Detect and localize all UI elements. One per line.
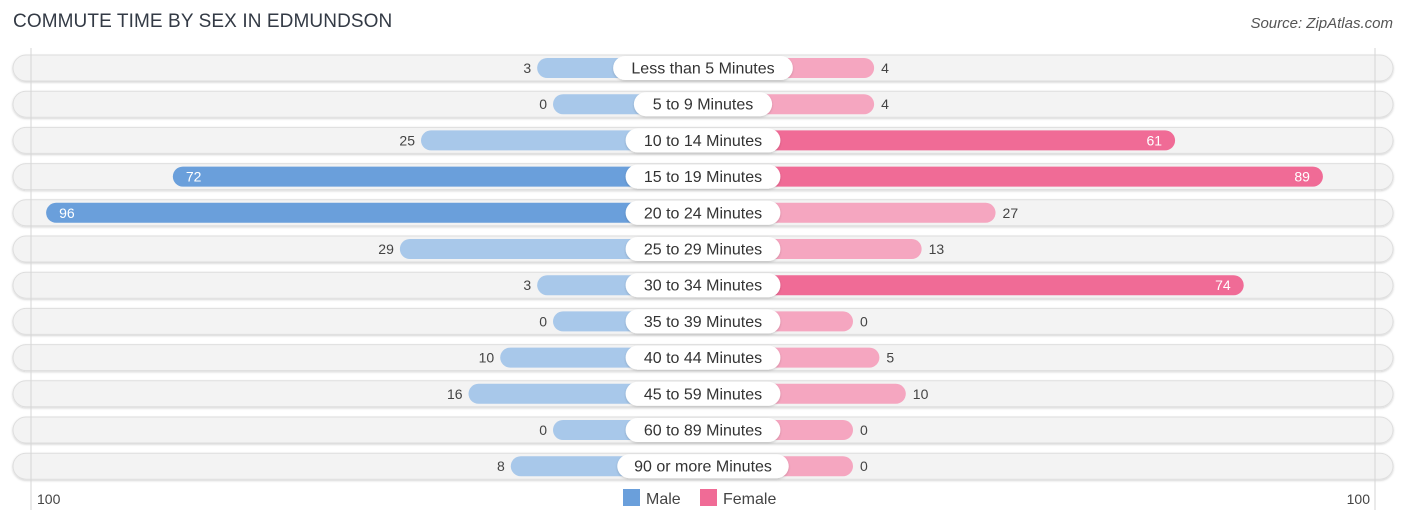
chart-row: 40 to 44 Minutes 10 5 — [12, 344, 1394, 372]
bar-female — [703, 166, 1323, 187]
category-label: 15 to 19 Minutes — [644, 169, 762, 186]
value-label-male: 29 — [378, 241, 394, 257]
axis-label-right: 100 — [1347, 491, 1371, 507]
chart-row: 90 or more Minutes 8 0 — [12, 452, 1394, 480]
category-label: 35 to 39 Minutes — [644, 314, 762, 331]
category-label: 90 or more Minutes — [634, 459, 772, 476]
value-label-female: 13 — [929, 241, 945, 257]
value-label-male: 96 — [59, 205, 75, 221]
value-label-female: 61 — [1147, 132, 1163, 148]
value-label-female: 0 — [860, 313, 868, 329]
chart-row: 20 to 24 Minutes 96 27 — [12, 199, 1394, 227]
value-label-female: 27 — [1003, 205, 1019, 221]
value-label-male: 72 — [186, 169, 202, 185]
category-label: 5 to 9 Minutes — [653, 97, 754, 114]
chart-row: 35 to 39 Minutes 0 0 — [12, 307, 1394, 335]
bar-female — [703, 275, 1244, 296]
value-label-male: 0 — [539, 313, 547, 329]
chart-row: 45 to 59 Minutes 16 10 — [12, 380, 1394, 408]
chart-row: 10 to 14 Minutes 25 61 — [12, 126, 1394, 154]
legend-label-male: Male — [646, 491, 681, 508]
legend-label-female: Female — [723, 491, 776, 508]
chart-row: 25 to 29 Minutes 29 13 — [12, 235, 1394, 263]
category-label: 10 to 14 Minutes — [644, 133, 762, 150]
legend: Male Female — [623, 489, 776, 508]
value-label-female: 0 — [860, 458, 868, 474]
legend-swatch-male — [623, 489, 640, 506]
category-label: 25 to 29 Minutes — [644, 242, 762, 259]
category-label: 60 to 89 Minutes — [644, 423, 762, 440]
value-label-male: 3 — [523, 277, 531, 293]
chart-row: 15 to 19 Minutes 72 89 — [12, 163, 1394, 191]
value-label-male: 25 — [399, 132, 415, 148]
value-label-male: 10 — [479, 350, 495, 366]
chart-row: 5 to 9 Minutes 0 4 — [12, 90, 1394, 118]
value-label-male: 0 — [539, 422, 547, 438]
value-label-female: 74 — [1215, 277, 1231, 293]
value-label-male: 3 — [523, 60, 531, 76]
category-label: 40 to 44 Minutes — [644, 350, 762, 367]
value-label-female: 4 — [881, 60, 889, 76]
chart-row: 60 to 89 Minutes 0 0 — [12, 416, 1394, 444]
value-label-male: 0 — [539, 96, 547, 112]
axis-label-left: 100 — [37, 491, 61, 507]
bar-male — [46, 202, 704, 223]
value-label-female: 10 — [913, 386, 929, 402]
value-label-female: 4 — [881, 96, 889, 112]
value-label-male: 16 — [447, 386, 463, 402]
commute-chart: Less than 5 Minutes 3 4 5 to 9 Minutes 0 4 10 … — [12, 48, 1394, 510]
legend-swatch-female — [700, 489, 717, 506]
value-label-female: 89 — [1294, 169, 1310, 185]
category-label: 45 to 59 Minutes — [644, 386, 762, 403]
category-label: 20 to 24 Minutes — [644, 205, 762, 222]
value-label-male: 8 — [497, 458, 505, 474]
value-label-female: 5 — [886, 350, 894, 366]
value-label-female: 0 — [860, 422, 868, 438]
bar-male — [172, 166, 704, 187]
chart-row: 30 to 34 Minutes 3 74 — [12, 271, 1394, 299]
category-label: 30 to 34 Minutes — [644, 278, 762, 295]
chart-row: Less than 5 Minutes 3 4 — [12, 54, 1394, 82]
category-label: Less than 5 Minutes — [631, 61, 774, 78]
